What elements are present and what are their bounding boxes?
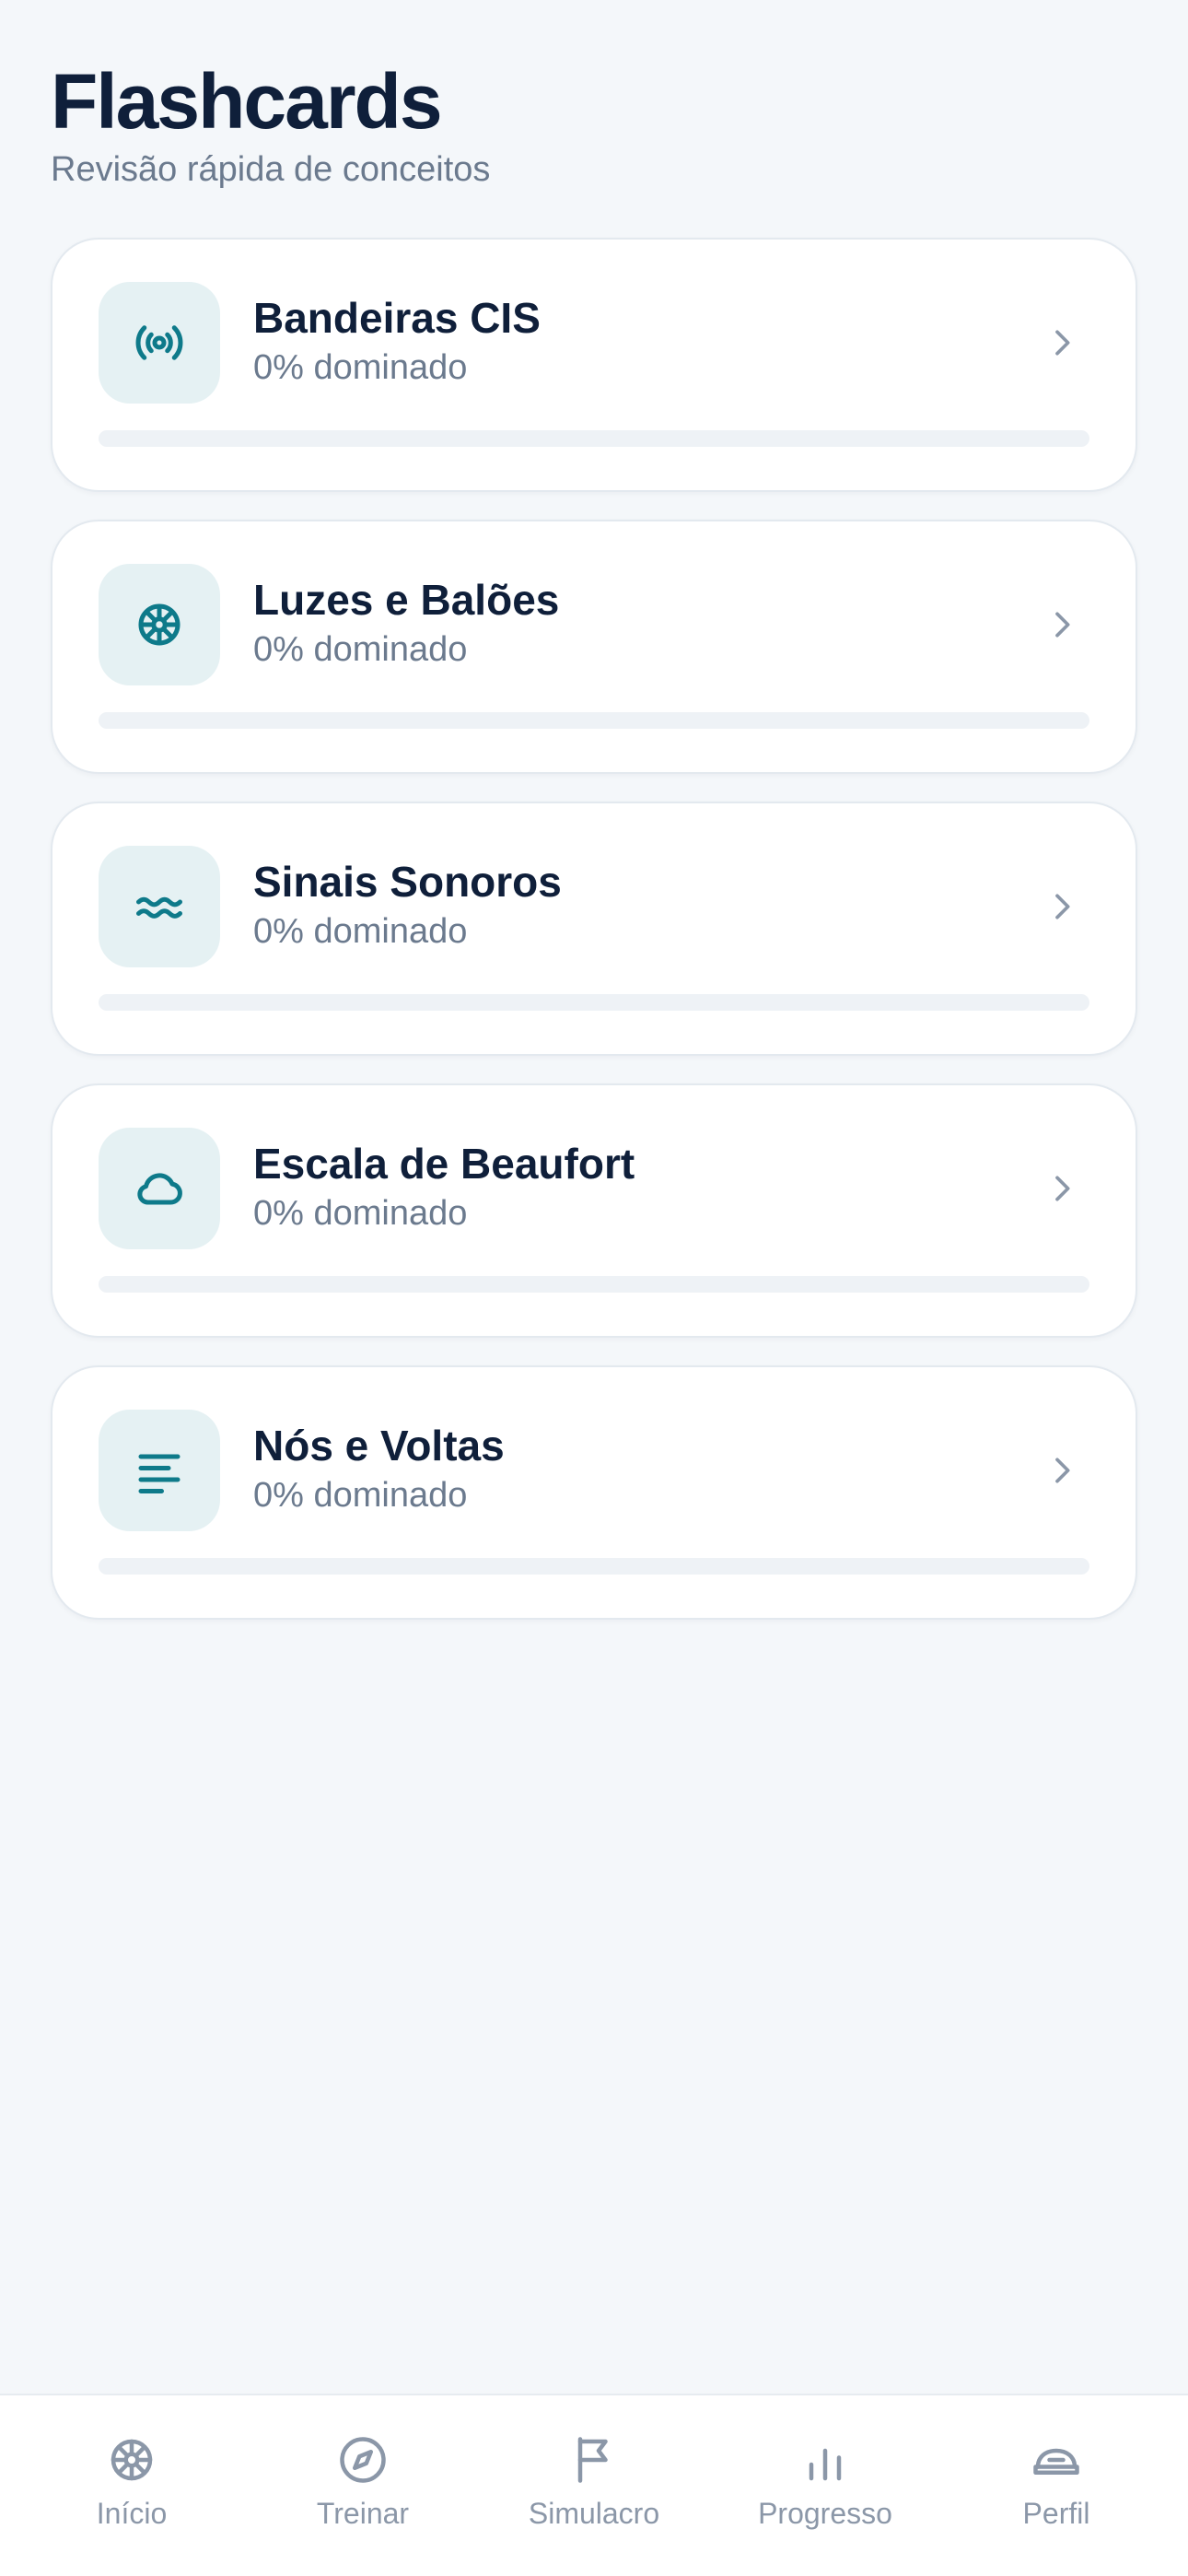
deck-progress-bar [99, 712, 1089, 729]
page-title: Flashcards [51, 58, 443, 145]
deck-mastery-text: 0% dominado [253, 1194, 468, 1233]
deck-card-bandeiras-cis[interactable]: Bandeiras CIS 0% dominado [51, 238, 1137, 492]
ship-wheel-icon [111, 2439, 153, 2481]
captain-hat-icon [1033, 2448, 1079, 2475]
bottom-tab-bar: Início Treinar Simulacro Progresso Perfi… [0, 2394, 1188, 2576]
deck-mastery-text: 0% dominado [253, 1476, 468, 1515]
page-header: Flashcards Revisão rápida de conceitos [51, 55, 490, 190]
chevron-right-icon [1055, 1176, 1070, 1201]
tab-label: Simulacro [528, 2497, 660, 2530]
radio-broadcast-icon [99, 282, 220, 404]
compass-icon [340, 2437, 386, 2483]
tab-simulacro[interactable]: Simulacro [493, 2432, 695, 2552]
text-lines-icon [99, 1410, 220, 1531]
deck-mastery-text: 0% dominado [253, 630, 468, 669]
flashcards-screen: Flashcards Revisão rápida de conceitos B… [0, 0, 1188, 2576]
tab-treinar[interactable]: Treinar [262, 2432, 464, 2552]
chevron-right-icon [1055, 1458, 1070, 1483]
deck-mastery-text: 0% dominado [253, 348, 468, 387]
tab-progresso[interactable]: Progresso [724, 2432, 926, 2552]
chevron-right-icon [1055, 330, 1070, 356]
deck-progress-bar [99, 430, 1089, 447]
deck-card-nos-e-voltas[interactable]: Nós e Voltas 0% dominado [51, 1365, 1137, 1620]
deck-list: Bandeiras CIS 0% dominado Luzes e Balões… [51, 238, 1137, 1647]
chevron-right-icon [1055, 894, 1070, 919]
deck-progress-bar [99, 1558, 1089, 1575]
deck-title: Sinais Sonoros [253, 858, 562, 906]
tab-label: Início [96, 2497, 168, 2530]
deck-card-luzes-e-baloes[interactable]: Luzes e Balões 0% dominado [51, 520, 1137, 774]
deck-title: Luzes e Balões [253, 576, 560, 624]
deck-card-sinais-sonoros[interactable]: Sinais Sonoros 0% dominado [51, 802, 1137, 1056]
ship-wheel-icon [99, 564, 220, 685]
deck-card-escala-de-beaufort[interactable]: Escala de Beaufort 0% dominado [51, 1083, 1137, 1338]
chevron-right-icon [1055, 612, 1070, 638]
page-subtitle: Revisão rápida de conceitos [51, 149, 491, 189]
deck-title: Bandeiras CIS [253, 294, 541, 342]
tab-label: Progresso [758, 2497, 892, 2530]
deck-progress-bar [99, 994, 1089, 1011]
tab-label: Treinar [316, 2497, 410, 2530]
deck-mastery-text: 0% dominado [253, 912, 468, 951]
bar-chart-icon [809, 2448, 842, 2481]
tab-label: Perfil [1022, 2497, 1090, 2530]
waves-icon [99, 846, 220, 967]
tab-inicio[interactable]: Início [30, 2432, 233, 2552]
deck-progress-bar [99, 1276, 1089, 1293]
deck-title: Nós e Voltas [253, 1422, 505, 1469]
flag-icon [577, 2437, 608, 2483]
cloud-icon [99, 1128, 220, 1249]
deck-title: Escala de Beaufort [253, 1140, 635, 1188]
tab-perfil[interactable]: Perfil [955, 2432, 1158, 2552]
